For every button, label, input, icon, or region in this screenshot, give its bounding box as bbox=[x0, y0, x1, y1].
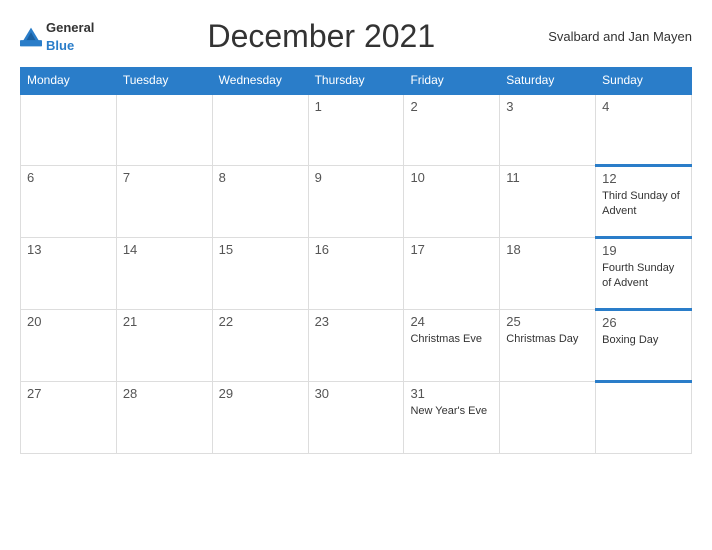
table-row: 28 bbox=[116, 382, 212, 454]
day-event: Third Sunday of Advent bbox=[602, 190, 680, 217]
day-number: 12 bbox=[602, 171, 685, 186]
month-title: December 2021 bbox=[94, 18, 548, 55]
table-row bbox=[500, 382, 596, 454]
table-row: 13 bbox=[21, 238, 117, 310]
day-number: 15 bbox=[219, 242, 302, 257]
day-event: Fourth Sunday of Advent bbox=[602, 262, 674, 289]
day-number: 11 bbox=[506, 170, 589, 185]
day-number: 30 bbox=[315, 386, 398, 401]
calendar-week-1: 1234 bbox=[21, 94, 692, 166]
day-number: 18 bbox=[506, 242, 589, 257]
day-event: Boxing Day bbox=[602, 334, 658, 346]
day-number: 4 bbox=[602, 99, 685, 114]
table-row: 23 bbox=[308, 310, 404, 382]
table-row: 19 Fourth Sunday of Advent bbox=[596, 238, 692, 310]
day-number: 6 bbox=[27, 170, 110, 185]
table-row: 6 bbox=[21, 166, 117, 238]
col-wednesday: Wednesday bbox=[212, 68, 308, 94]
table-row: 31 New Year's Eve bbox=[404, 382, 500, 454]
table-row: 16 bbox=[308, 238, 404, 310]
day-number: 1 bbox=[315, 99, 398, 114]
col-friday: Friday bbox=[404, 68, 500, 94]
table-row: 27 bbox=[21, 382, 117, 454]
day-number: 29 bbox=[219, 386, 302, 401]
day-number: 23 bbox=[315, 314, 398, 329]
day-number: 9 bbox=[315, 170, 398, 185]
calendar-week-3: 13 14 15 16 17 18 19 Fourth Sunday of Advent bbox=[21, 238, 692, 310]
logo-general: General Blue bbox=[46, 19, 94, 55]
calendar-week-4: 20 21 22 23 24 Christmas Eve 25 Christmas Day 26… bbox=[21, 310, 692, 382]
day-number: 28 bbox=[123, 386, 206, 401]
col-thursday: Thursday bbox=[308, 68, 404, 94]
page: General Blue December 2021 Svalbard and … bbox=[0, 0, 712, 550]
table-row: 8 bbox=[212, 166, 308, 238]
day-number: 21 bbox=[123, 314, 206, 329]
day-number: 22 bbox=[219, 314, 302, 329]
table-row: 29 bbox=[212, 382, 308, 454]
region-label: Svalbard and Jan Mayen bbox=[548, 29, 692, 44]
table-row bbox=[212, 94, 308, 166]
day-number: 25 bbox=[506, 314, 589, 329]
table-row: 11 bbox=[500, 166, 596, 238]
table-row: 25 Christmas Day bbox=[500, 310, 596, 382]
day-number: 24 bbox=[410, 314, 493, 329]
day-number: 7 bbox=[123, 170, 206, 185]
day-event: New Year's Eve bbox=[410, 405, 487, 417]
col-sunday: Sunday bbox=[596, 68, 692, 94]
calendar-week-2: 6789 10 11 12 Third Sunday of Advent bbox=[21, 166, 692, 238]
day-number: 13 bbox=[27, 242, 110, 257]
day-number: 16 bbox=[315, 242, 398, 257]
day-number: 2 bbox=[410, 99, 493, 114]
day-number: 19 bbox=[602, 243, 685, 258]
table-row bbox=[21, 94, 117, 166]
table-row: 20 bbox=[21, 310, 117, 382]
table-row: 17 bbox=[404, 238, 500, 310]
day-number: 31 bbox=[410, 386, 493, 401]
day-number: 10 bbox=[410, 170, 493, 185]
header: General Blue December 2021 Svalbard and … bbox=[20, 18, 692, 55]
table-row: 10 bbox=[404, 166, 500, 238]
calendar: Monday Tuesday Wednesday Thursday Friday… bbox=[20, 67, 692, 454]
day-number: 14 bbox=[123, 242, 206, 257]
day-number: 8 bbox=[219, 170, 302, 185]
table-row: 4 bbox=[596, 94, 692, 166]
table-row: 14 bbox=[116, 238, 212, 310]
day-number: 20 bbox=[27, 314, 110, 329]
col-monday: Monday bbox=[21, 68, 117, 94]
table-row: 21 bbox=[116, 310, 212, 382]
table-row: 30 bbox=[308, 382, 404, 454]
table-row bbox=[596, 382, 692, 454]
day-number: 3 bbox=[506, 99, 589, 114]
table-row bbox=[116, 94, 212, 166]
day-event: Christmas Day bbox=[506, 333, 578, 345]
logo: General Blue bbox=[20, 19, 94, 55]
table-row: 9 bbox=[308, 166, 404, 238]
calendar-header-row: Monday Tuesday Wednesday Thursday Friday… bbox=[21, 68, 692, 94]
table-row: 18 bbox=[500, 238, 596, 310]
day-event: Christmas Eve bbox=[410, 333, 482, 345]
table-row: 15 bbox=[212, 238, 308, 310]
table-row: 2 bbox=[404, 94, 500, 166]
day-number: 27 bbox=[27, 386, 110, 401]
table-row: 26 Boxing Day bbox=[596, 310, 692, 382]
col-saturday: Saturday bbox=[500, 68, 596, 94]
table-row: 3 bbox=[500, 94, 596, 166]
table-row: 12 Third Sunday of Advent bbox=[596, 166, 692, 238]
day-number: 26 bbox=[602, 315, 685, 330]
table-row: 1 bbox=[308, 94, 404, 166]
calendar-week-5: 27 28 29 30 31 New Year's Eve bbox=[21, 382, 692, 454]
table-row: 24 Christmas Eve bbox=[404, 310, 500, 382]
logo-icon bbox=[20, 26, 42, 48]
table-row: 7 bbox=[116, 166, 212, 238]
col-tuesday: Tuesday bbox=[116, 68, 212, 94]
table-row: 22 bbox=[212, 310, 308, 382]
day-number: 17 bbox=[410, 242, 493, 257]
